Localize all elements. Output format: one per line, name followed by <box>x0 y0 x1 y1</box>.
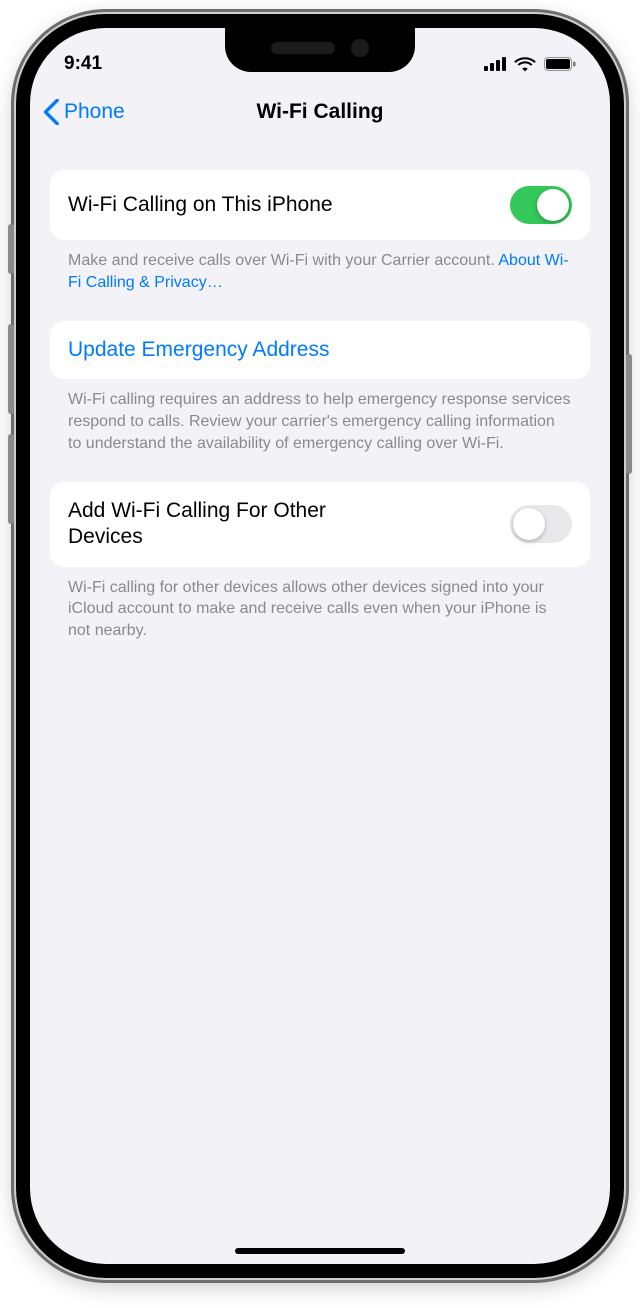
wifi-calling-this-iphone-label: Wi-Fi Calling on This iPhone <box>68 192 492 218</box>
battery-icon <box>544 57 576 71</box>
back-label: Phone <box>64 100 125 124</box>
group-other-devices: Add Wi-Fi Calling For Other Devices Wi-F… <box>50 482 590 641</box>
group-wifi-calling-this-iphone: Wi-Fi Calling on This iPhone Make and re… <box>50 170 590 293</box>
side-button <box>626 354 632 474</box>
side-button <box>8 324 14 414</box>
side-button <box>8 224 14 274</box>
screen: 9:41 <box>30 28 610 1264</box>
wifi-calling-other-devices-row[interactable]: Add Wi-Fi Calling For Other Devices <box>50 482 590 567</box>
cellular-icon <box>484 57 506 71</box>
group-footer: Wi-Fi calling requires an address to hel… <box>50 379 590 454</box>
status-icons <box>484 56 576 72</box>
update-emergency-address-button[interactable]: Update Emergency Address <box>50 321 590 379</box>
group-footer: Make and receive calls over Wi-Fi with y… <box>50 240 590 293</box>
chevron-left-icon <box>44 99 60 125</box>
update-emergency-address-label: Update Emergency Address <box>68 337 572 363</box>
footer-text: Make and receive calls over Wi-Fi with y… <box>68 252 498 269</box>
wifi-icon <box>514 56 536 72</box>
toggle-knob <box>513 508 545 540</box>
wifi-calling-other-devices-toggle[interactable] <box>510 505 572 543</box>
settings-content: Wi-Fi Calling on This iPhone Make and re… <box>30 142 610 642</box>
side-button <box>8 434 14 524</box>
status-time: 9:41 <box>64 53 102 75</box>
toggle-knob <box>537 189 569 221</box>
group-emergency-address: Update Emergency Address Wi-Fi calling r… <box>50 321 590 454</box>
notch <box>225 28 415 72</box>
nav-bar: Phone Wi-Fi Calling <box>30 82 610 142</box>
back-button[interactable]: Phone <box>44 99 125 125</box>
wifi-calling-other-devices-label: Add Wi-Fi Calling For Other Devices <box>68 498 368 551</box>
wifi-calling-this-iphone-row[interactable]: Wi-Fi Calling on This iPhone <box>50 170 590 240</box>
wifi-calling-this-iphone-toggle[interactable] <box>510 186 572 224</box>
group-footer: Wi-Fi calling for other devices allows o… <box>50 567 590 642</box>
phone-frame: 9:41 <box>16 14 624 1278</box>
home-indicator <box>235 1248 405 1254</box>
